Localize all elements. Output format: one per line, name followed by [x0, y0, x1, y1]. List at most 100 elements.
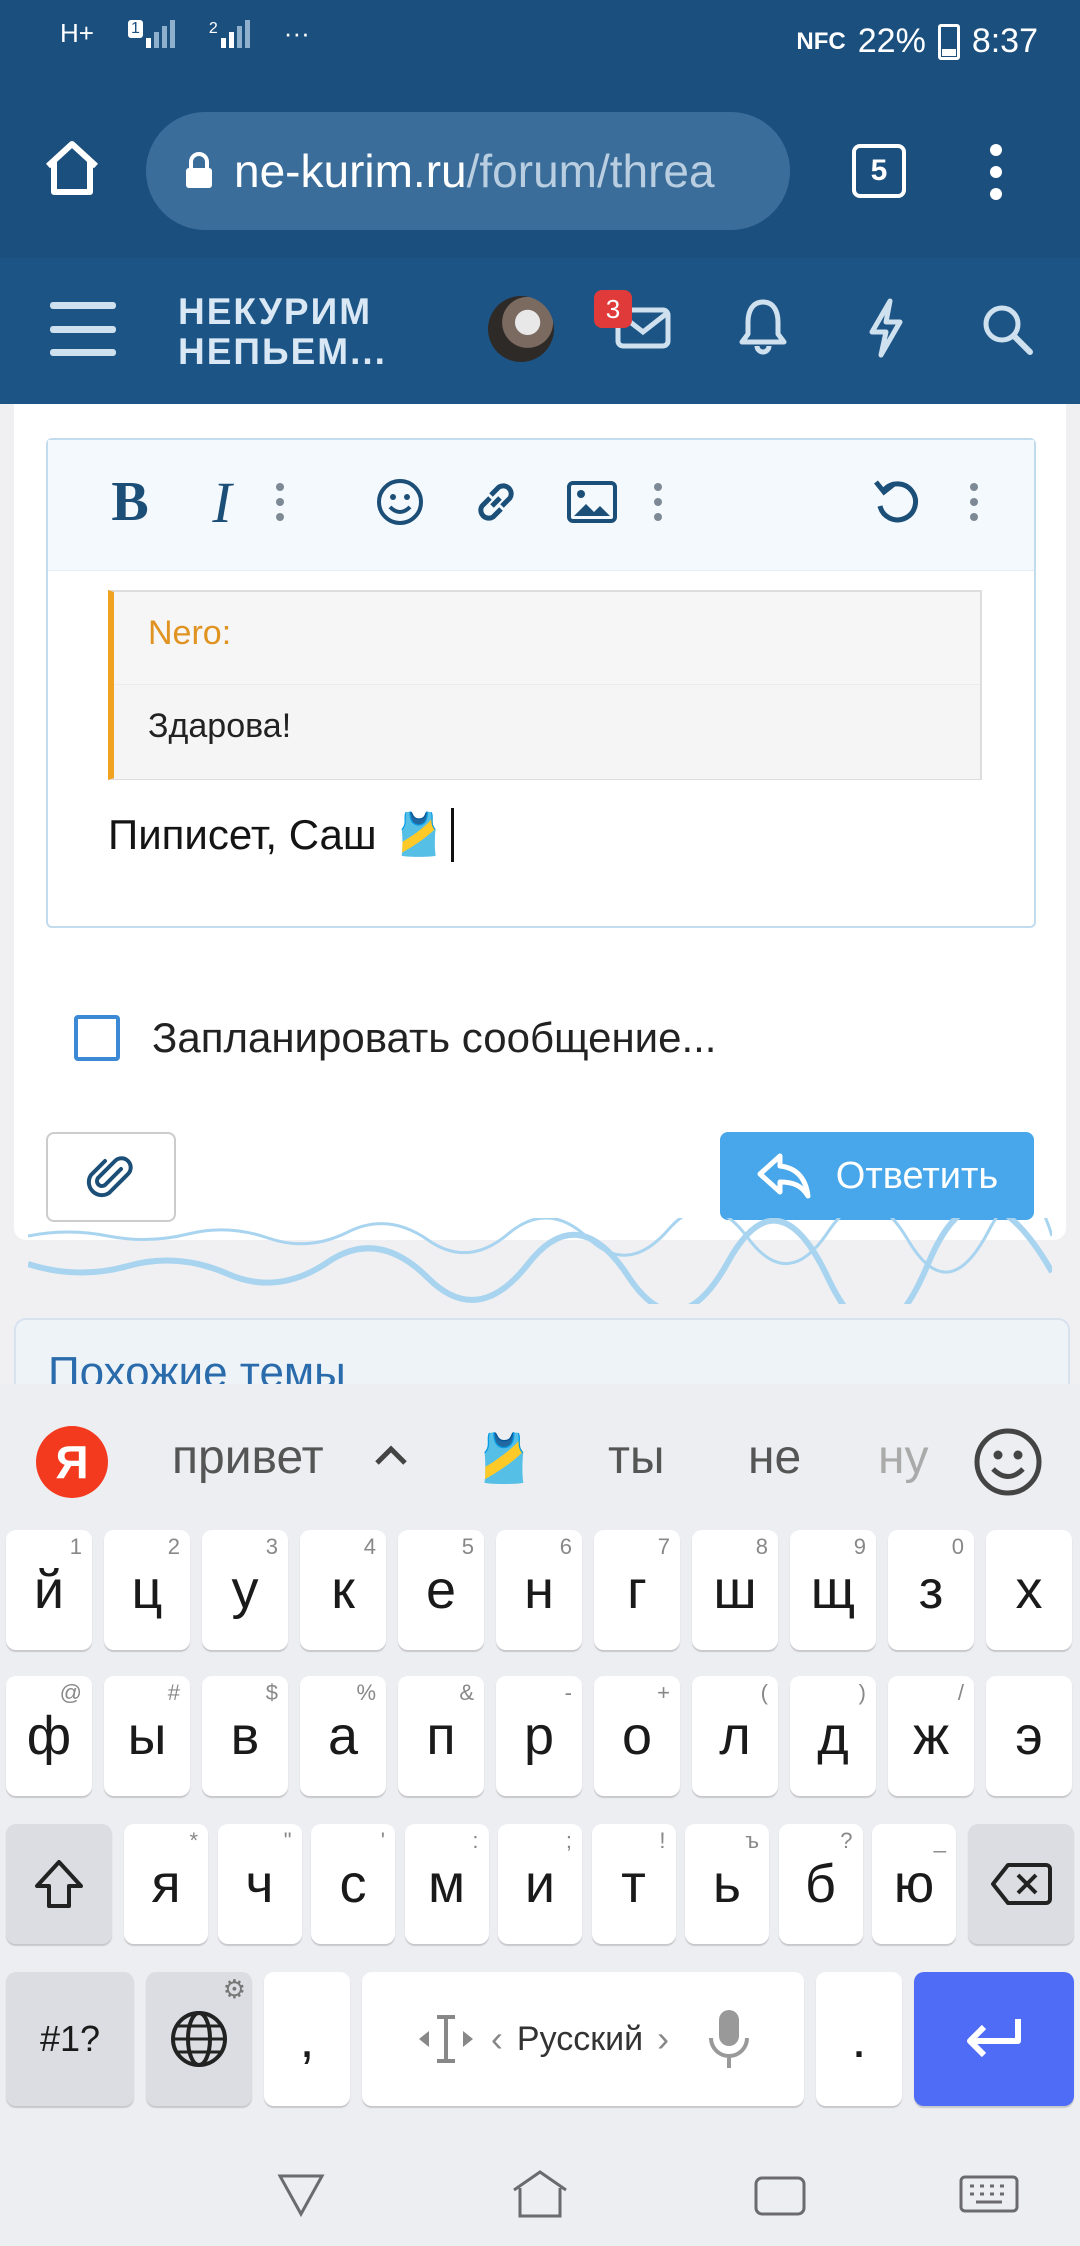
- key-r1-8[interactable]: щ9: [790, 1530, 876, 1650]
- reply-text-content: Пиписет, Саш: [108, 811, 377, 858]
- key-row-1: й1ц2у3к4е5н6г7ш8щ9з0х: [0, 1530, 1080, 1652]
- key-r2-4[interactable]: п &: [398, 1676, 484, 1796]
- tabs-button[interactable]: 5: [852, 144, 906, 198]
- key-r1-4[interactable]: е5: [398, 1530, 484, 1650]
- home-nav-icon[interactable]: [510, 2168, 570, 2227]
- key-r1-7[interactable]: ш8: [692, 1530, 778, 1650]
- schedule-message-option[interactable]: Запланировать сообщение...: [74, 1014, 716, 1062]
- key-r3-4[interactable]: и;: [498, 1824, 582, 1944]
- schedule-checkbox[interactable]: [74, 1015, 120, 1061]
- period-key[interactable]: .: [816, 1972, 902, 2106]
- keyboard-hide-icon[interactable]: [958, 2174, 1020, 2219]
- key-letter: г: [627, 1560, 647, 1620]
- key-r2-7[interactable]: л(: [692, 1676, 778, 1796]
- enter-key[interactable]: [914, 1972, 1074, 2106]
- key-r3-6[interactable]: ьъ: [685, 1824, 769, 1944]
- suggestion-emoji[interactable]: 🎽: [474, 1430, 534, 1487]
- key-hint: &: [459, 1680, 474, 1705]
- more-insert-options-icon[interactable]: [638, 468, 678, 536]
- yandex-logo-icon[interactable]: Я: [36, 1426, 108, 1498]
- key-r2-9[interactable]: ж /: [888, 1676, 974, 1796]
- suggestion-4[interactable]: ну: [878, 1430, 929, 1485]
- key-r3-8[interactable]: ю _: [872, 1824, 956, 1944]
- attach-files-button[interactable]: [46, 1132, 176, 1222]
- key-r3-2[interactable]: с ': [311, 1824, 395, 1944]
- reply-button[interactable]: Ответить: [720, 1132, 1034, 1220]
- quote-text: Здарова!: [148, 707, 292, 745]
- key-r3-7[interactable]: б?: [778, 1824, 863, 1944]
- hamburger-menu-icon[interactable]: [50, 302, 116, 356]
- key-r3-3[interactable]: м:: [404, 1824, 489, 1944]
- key-hint: ): [858, 1680, 866, 1705]
- key-r1-6[interactable]: г7: [594, 1530, 680, 1650]
- bell-icon[interactable]: [738, 298, 788, 356]
- key-hint: /: [957, 1680, 964, 1705]
- key-r1-1[interactable]: ц2: [104, 1530, 190, 1650]
- shift-icon: [35, 1860, 83, 1908]
- symbols-key[interactable]: #1?: [6, 1972, 134, 2106]
- emoji-icon[interactable]: [366, 468, 434, 536]
- reply-arrow-icon: [757, 1153, 811, 1199]
- key-r3-5[interactable]: т!: [591, 1824, 676, 1944]
- more-editor-options-icon[interactable]: [954, 468, 994, 536]
- link-icon[interactable]: [462, 468, 530, 536]
- key-letter: у: [231, 1560, 259, 1620]
- suggestion-2[interactable]: ты: [608, 1430, 664, 1485]
- chevron-left-icon: ‹: [490, 2018, 503, 2059]
- reply-text[interactable]: Пиписет, Саш 🎽: [108, 808, 454, 862]
- recents-nav-icon[interactable]: [752, 2174, 808, 2223]
- backspace-key[interactable]: [968, 1824, 1074, 1944]
- key-r1-5[interactable]: н6: [496, 1530, 582, 1650]
- key-r3-0[interactable]: я *: [124, 1824, 208, 1944]
- key-r2-8[interactable]: д): [790, 1676, 876, 1796]
- italic-button[interactable]: I: [188, 468, 256, 536]
- key-r2-0[interactable]: ф @: [6, 1676, 92, 1796]
- lightning-icon[interactable]: [866, 298, 906, 358]
- rich-text-editor[interactable]: B I Nero: Здарова! Пиписет, Саш 🎽: [46, 438, 1036, 928]
- key-hint: ъ: [745, 1828, 759, 1853]
- key-r2-2[interactable]: в $: [202, 1676, 288, 1796]
- back-nav-icon[interactable]: [276, 2170, 326, 2225]
- browser-menu-icon[interactable]: [984, 142, 1008, 202]
- avatar[interactable]: [488, 296, 554, 362]
- key-hint: %: [356, 1680, 376, 1705]
- key-hint: $: [265, 1680, 278, 1705]
- emoji-keyboard-icon[interactable]: [972, 1426, 1044, 1503]
- key-r3-1[interactable]: ч ": [217, 1824, 302, 1944]
- key-r2-5[interactable]: р-: [496, 1676, 582, 1796]
- key-r2-10[interactable]: э: [986, 1676, 1072, 1796]
- globe-icon: [171, 2011, 227, 2067]
- text-cursor: [450, 808, 454, 862]
- key-hint: 3: [265, 1534, 278, 1559]
- key-r2-1[interactable]: ы #: [104, 1676, 190, 1796]
- key-letter: х: [1015, 1560, 1043, 1620]
- key-r2-6[interactable]: о +: [594, 1676, 680, 1796]
- address-bar[interactable]: ne-kurim.ru/forum/threa: [146, 112, 790, 230]
- more-text-options-icon[interactable]: [260, 468, 300, 536]
- suggestion-3[interactable]: не: [748, 1430, 801, 1485]
- suggestion-1[interactable]: привет: [172, 1430, 324, 1485]
- site-logo[interactable]: НЕКУРИМ НЕПЬЕМ...: [178, 292, 387, 372]
- quote-block: Nero: Здарова!: [108, 590, 982, 780]
- key-r1-3[interactable]: к4: [300, 1530, 386, 1650]
- undo-icon[interactable]: [862, 468, 930, 536]
- chevron-up-icon[interactable]: [372, 1442, 410, 1473]
- space-key[interactable]: ‹ Русский ›: [362, 1972, 804, 2106]
- shift-key[interactable]: [6, 1824, 112, 1944]
- bold-button[interactable]: B: [96, 468, 164, 536]
- home-icon[interactable]: [40, 136, 104, 200]
- search-icon[interactable]: [980, 302, 1034, 356]
- nfc-icon: NFC: [796, 27, 846, 55]
- key-r2-3[interactable]: а%: [300, 1676, 386, 1796]
- status-bar: H+ 1 2 ··· NFC 22% 8:37: [0, 0, 1080, 92]
- comma-key[interactable]: ,: [264, 1972, 350, 2106]
- key-row-3: я * ч " с ' м: и; т! ь ъ б? ю _: [0, 1824, 1080, 1946]
- key-r1-2[interactable]: у3: [202, 1530, 288, 1650]
- key-r1-9[interactable]: з0: [888, 1530, 974, 1650]
- language-key[interactable]: ⚙: [146, 1972, 252, 2106]
- key-letter: ы: [127, 1706, 167, 1766]
- image-icon[interactable]: [558, 468, 626, 536]
- key-r1-0[interactable]: й1: [6, 1530, 92, 1650]
- key-r1-10[interactable]: х: [986, 1530, 1072, 1650]
- key-hint: +: [657, 1680, 670, 1705]
